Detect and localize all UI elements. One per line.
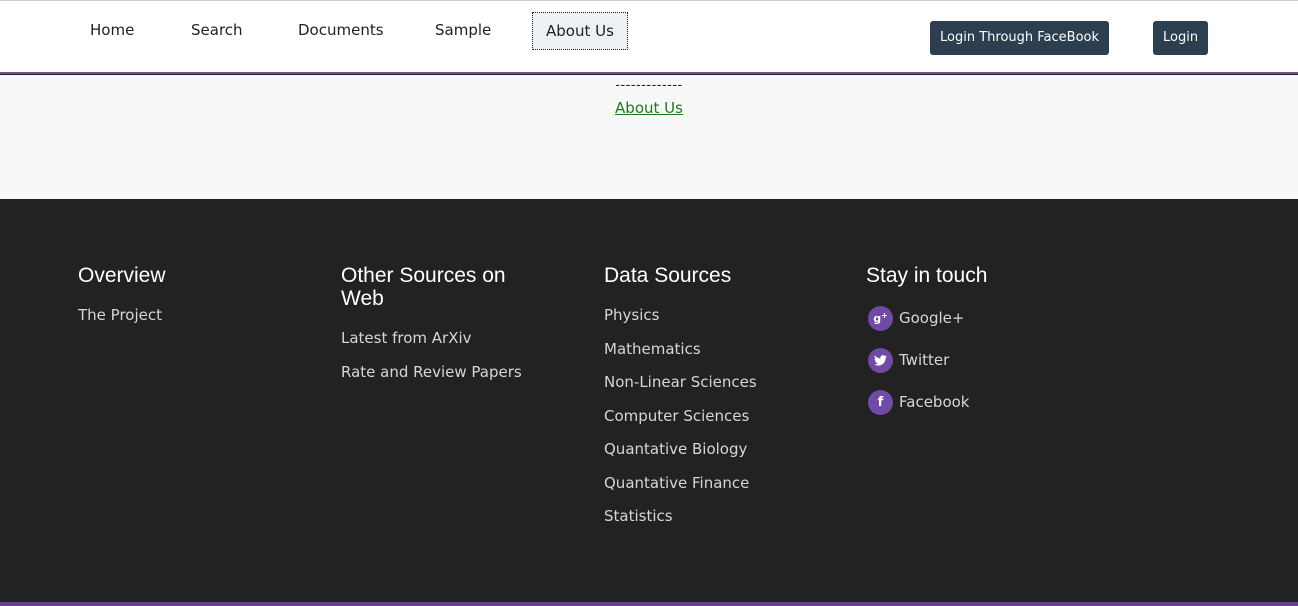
nav-documents[interactable]: Documents (298, 12, 384, 50)
footer-link-quantative-biology[interactable]: Quantative Biology (604, 439, 804, 459)
nav-search[interactable]: Search (191, 12, 243, 50)
footer: Overview The Project Other Sources on We… (0, 199, 1298, 602)
breadcrumb: ------------- About Us (0, 75, 1298, 199)
social-link-facebook[interactable]: f Facebook (866, 389, 1066, 415)
footer-link-the-project[interactable]: The Project (78, 305, 278, 325)
footer-stay-in-touch: Stay in touch g + Google+ Twitter f Faceb… (866, 264, 1066, 431)
footer-link-physics[interactable]: Physics (604, 305, 804, 325)
footer-other-sources-title: Other Sources on Web (341, 264, 506, 310)
footer-stay-in-touch-title: Stay in touch (866, 264, 988, 287)
facebook-icon: f (868, 389, 893, 415)
twitter-icon (868, 347, 893, 373)
footer-overview-title: Overview (78, 264, 166, 287)
social-link-google-plus[interactable]: g + Google+ (866, 305, 1066, 331)
login-facebook-button[interactable]: Login Through FaceBook (930, 21, 1110, 55)
footer-data-sources-title: Data Sources (604, 264, 732, 287)
footer-link-computer-sciences[interactable]: Computer Sciences (604, 406, 804, 426)
breadcrumb-separator: ------------- (615, 78, 683, 93)
google-plus-icon: g + (868, 305, 893, 331)
footer-link-quantative-finance[interactable]: Quantative Finance (604, 473, 804, 493)
social-link-twitter[interactable]: Twitter (866, 347, 1066, 373)
nav-sample[interactable]: Sample (435, 12, 491, 50)
social-label: Twitter (899, 351, 950, 369)
footer-other-sources: Other Sources on Web Latest from ArXiv R… (341, 264, 541, 395)
footer-link-non-linear-sciences[interactable]: Non-Linear Sciences (604, 372, 804, 392)
social-label: Facebook (899, 393, 970, 411)
footer-link-latest-arxiv[interactable]: Latest from ArXiv (341, 328, 541, 348)
breadcrumb-about-us-link[interactable]: About Us (615, 99, 683, 117)
footer-accent-line (0, 602, 1298, 606)
footer-link-mathematics[interactable]: Mathematics (604, 339, 804, 359)
footer-link-rate-review[interactable]: Rate and Review Papers (341, 362, 541, 382)
nav-about-us[interactable]: About Us (532, 12, 628, 50)
footer-overview: Overview The Project (78, 264, 278, 339)
footer-data-sources: Data Sources Physics Mathematics Non-Lin… (604, 264, 804, 540)
nav-home[interactable]: Home (90, 12, 134, 50)
social-label: Google+ (899, 309, 965, 327)
login-button[interactable]: Login (1153, 21, 1209, 55)
breadcrumb-current-wrap: About Us (0, 99, 1298, 117)
footer-link-statistics[interactable]: Statistics (604, 506, 804, 526)
top-navbar: Home Search Documents Sample About Us Lo… (0, 0, 1298, 74)
